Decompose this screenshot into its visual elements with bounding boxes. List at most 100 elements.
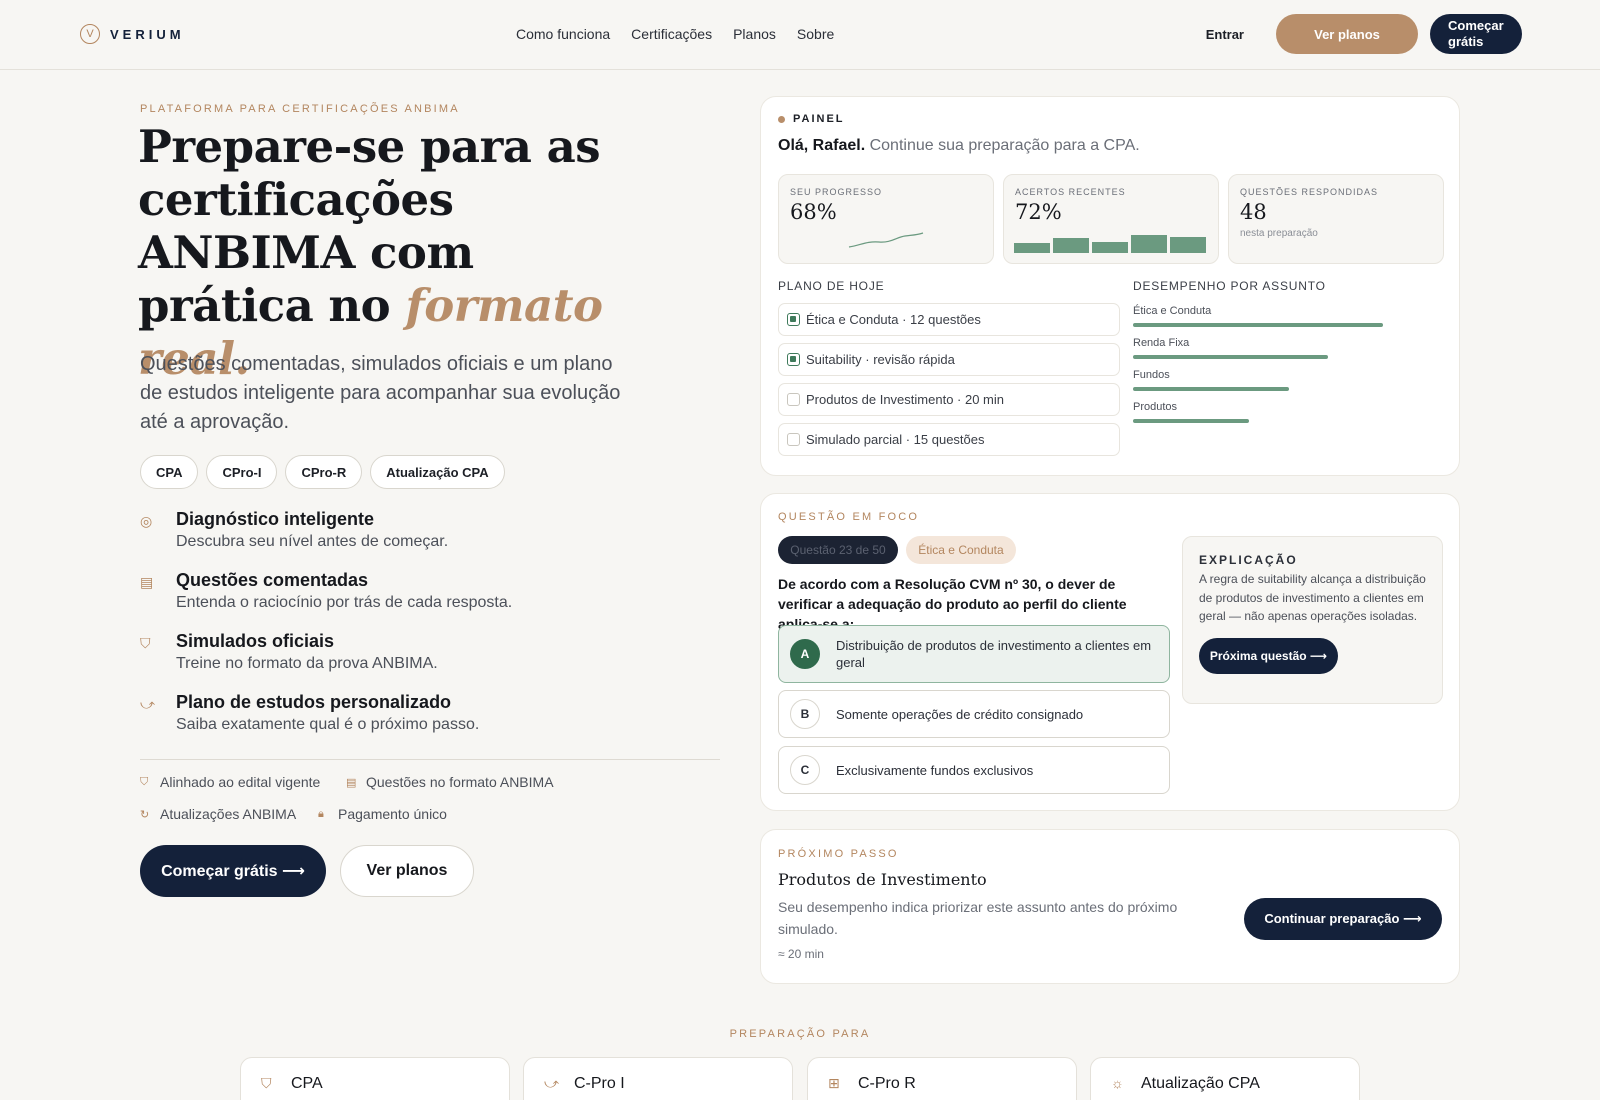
todo-text: Simulado parcial · 15 questões (806, 432, 985, 447)
pill-cpro-r[interactable]: CPro-R (285, 455, 363, 489)
mini-bar-chart (1014, 235, 1206, 253)
todo-item[interactable]: Ética e Conduta · 12 questões (778, 303, 1120, 336)
next-step-time: ≈ 20 min (778, 947, 824, 961)
todo-item[interactable]: Suitability · revisão rápida (778, 343, 1120, 376)
shield-icon: ⛉ (261, 1075, 272, 1091)
trust-label: Pagamento único (338, 806, 447, 822)
stat-label: ACERTOS RECENTES (1015, 187, 1126, 197)
next-step-card: PRÓXIMO PASSO Produtos de Investimento S… (760, 829, 1460, 984)
subject-bar (1133, 355, 1328, 359)
feature-item: ⤻ Plano de estudos personalizado Saiba e… (140, 691, 512, 752)
trust-atualizacoes: ↻ Atualizações ANBIMA (140, 806, 296, 822)
next-question-button[interactable]: Próxima questão ⟶ (1199, 637, 1338, 674)
subject-label: Produtos (1133, 401, 1178, 413)
feature-item: ▤ Questões comentadas Entenda o raciocín… (140, 569, 512, 630)
todo-text: Suitability · revisão rápida (806, 352, 955, 367)
nav-planos[interactable]: Planos (733, 26, 776, 42)
cert-name: C-Pro I (574, 1075, 625, 1092)
plus-square-icon: ⊞ (828, 1075, 840, 1091)
question-counter: Questão 23 de 50 (778, 536, 898, 564)
checkbox[interactable] (787, 433, 800, 446)
next-step-desc: Seu desempenho indica priorizar este ass… (778, 899, 1178, 937)
feature-item: ◎ Diagnóstico inteligente Descubra seu n… (140, 508, 512, 569)
mini-bar (1092, 242, 1128, 253)
nav-sobre[interactable]: Sobre (797, 26, 834, 42)
continue-button[interactable]: Continuar preparação ⟶ (1244, 898, 1442, 940)
greeting: Olá, Rafael. Continue sua preparação par… (778, 137, 1140, 155)
stat-note: nesta preparação (1240, 228, 1318, 239)
sun-icon: ☼ (1111, 1075, 1124, 1091)
nav-certificacoes[interactable]: Certificações (631, 26, 712, 42)
mini-bar (1053, 238, 1089, 253)
option-letter: A (790, 639, 820, 669)
answer-option-b[interactable]: B Somente operações de crédito consignad… (778, 690, 1170, 738)
question-topic-chip: Ética e Conduta (906, 536, 1016, 564)
trust-edital: ⛉ Alinhado ao edital vigente (140, 774, 320, 790)
stat-progress: SEU PROGRESSO 68% (778, 174, 994, 264)
cert-card-cpro-i[interactable]: ⤻ C-Pro I (523, 1057, 793, 1100)
todo-item[interactable]: Simulado parcial · 15 questões (778, 423, 1120, 456)
start-free-button[interactable]: Começar grátis (1430, 14, 1522, 54)
hero-title: Prepare-se para as certificações ANBIMA … (138, 120, 618, 385)
view-plans-button[interactable]: Ver planos (1276, 14, 1418, 54)
feature-title: Diagnóstico inteligente (176, 509, 375, 529)
performance-label: DESEMPENHO POR ASSUNTO (1133, 279, 1326, 293)
greeting-name: Olá, Rafael. (778, 137, 866, 154)
trend-icon: ⤻ (140, 696, 155, 712)
checkbox[interactable] (787, 393, 800, 406)
answer-option-c[interactable]: C Exclusivamente fundos exclusivos (778, 746, 1170, 794)
option-text: Somente operações de crédito consignado (836, 706, 1084, 722)
pill-atualizacao-cpa[interactable]: Atualização CPA (370, 455, 505, 489)
prep-section-label: PREPARAÇÃO PARA (729, 1028, 871, 1040)
answer-option-a[interactable]: A Distribuição de produtos de investimen… (778, 625, 1170, 683)
logo-mark-icon: V (80, 24, 100, 44)
explanation-text: A regra de suitability alcança a distrib… (1199, 572, 1426, 623)
option-text: Distribuição de produtos de investimento… (836, 638, 1152, 670)
stat-answered: QUESTÕES RESPONDIDAS 48 nesta preparação (1228, 174, 1444, 264)
trust-label: Questões no formato ANBIMA (366, 774, 554, 790)
cert-card-cpa[interactable]: ⛉ CPA (240, 1057, 510, 1100)
today-plan-label: PLANO DE HOJE (778, 279, 885, 293)
dashboard-card: PAINEL Olá, Rafael. Continue sua prepara… (760, 96, 1460, 476)
cert-card-atualizacao[interactable]: ☼ Atualização CPA (1090, 1057, 1360, 1100)
refresh-icon: ↻ (140, 808, 150, 821)
stat-value: 48 (1240, 200, 1267, 224)
checkbox-checked[interactable] (787, 313, 800, 326)
mini-bar (1014, 243, 1050, 253)
login-link[interactable]: Entrar (1186, 27, 1264, 42)
cert-card-cpro-r[interactable]: ⊞ C-Pro R (807, 1057, 1077, 1100)
checkbox-checked[interactable] (787, 353, 800, 366)
hero-subtitle: Questões comentadas, simulados oficiais … (140, 353, 621, 433)
cert-name: Atualização CPA (1141, 1075, 1260, 1092)
nav-como-funciona[interactable]: Como funciona (516, 26, 610, 42)
pill-cpro-i[interactable]: CPro-I (206, 455, 278, 489)
cert-name: C-Pro R (858, 1075, 916, 1092)
question-section-label: QUESTÃO EM FOCO (778, 511, 920, 523)
mini-bar (1131, 235, 1167, 253)
cert-name: CPA (291, 1075, 323, 1092)
comment-icon: ▤ (140, 574, 154, 590)
view-plans-cta[interactable]: Ver planos (340, 845, 474, 897)
trust-label: Alinhado ao edital vigente (160, 774, 321, 790)
stat-value: 72% (1015, 200, 1062, 224)
explanation-box: EXPLICAÇÃO A regra de suitability alcanç… (1182, 536, 1443, 704)
shield-icon: ⛉ (140, 775, 149, 788)
todo-item[interactable]: Produtos de Investimento · 20 min (778, 383, 1120, 416)
feature-title: Simulados oficiais (176, 631, 335, 651)
trend-icon: ⤻ (544, 1075, 559, 1091)
todo-text: Ética e Conduta · 12 questões (806, 312, 981, 327)
start-free-cta[interactable]: Começar grátis ⟶ (140, 845, 326, 897)
todo-text: Produtos de Investimento · 20 min (806, 392, 1004, 407)
certification-pills: CPA CPro-I CPro-R Atualização CPA (140, 455, 505, 489)
feature-desc: Entenda o raciocínio por trás de cada re… (176, 594, 513, 611)
question-card: QUESTÃO EM FOCO Questão 23 de 50 Ética e… (760, 493, 1460, 811)
trust-label: Atualizações ANBIMA (160, 806, 297, 822)
brand-name: VERIUM (110, 26, 185, 42)
feature-desc: Saiba exatamente qual é o próximo passo. (176, 716, 480, 733)
logo[interactable]: V VERIUM (80, 24, 185, 44)
feature-desc: Descubra seu nível antes de começar. (176, 533, 449, 550)
document-icon: ▤ (346, 776, 357, 789)
pill-cpa[interactable]: CPA (140, 455, 199, 489)
option-letter: C (790, 755, 820, 785)
subject-bar (1133, 323, 1383, 327)
